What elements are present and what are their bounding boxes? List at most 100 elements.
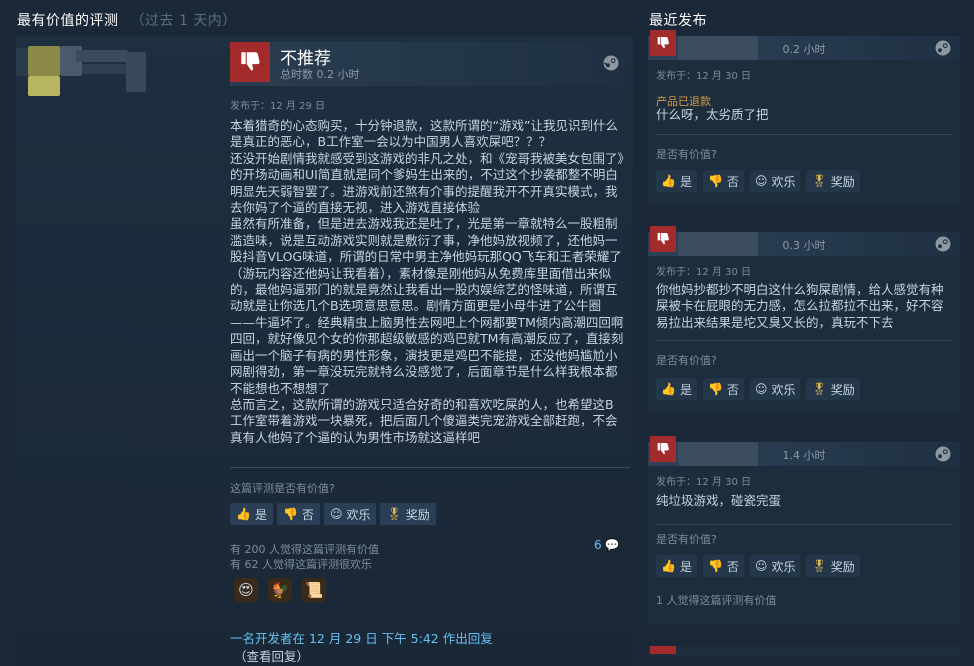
thumbs-down-icon	[650, 646, 676, 654]
vote-no-label: 否	[726, 559, 739, 574]
review-text: 本着猎奇的心态购买，十分钟退款，这款所谓的“游戏”让我见识到什么是真正的恶心，B…	[230, 118, 624, 445]
thumbs-down-icon	[230, 42, 270, 82]
thumbs-up-icon: 👍	[236, 507, 251, 521]
award-chicken-icon[interactable]: 🐓	[268, 578, 292, 602]
steam-icon	[603, 55, 619, 71]
award-label: 奖励	[830, 559, 855, 574]
steam-icon	[935, 446, 951, 462]
vote-no-button[interactable]: 👎 否	[702, 555, 744, 577]
helpful-question: 是否有价值?	[656, 354, 717, 367]
vote-no-label: 否	[726, 174, 739, 189]
recent-title: 最近发布	[649, 13, 707, 29]
smile-icon: ☺	[754, 382, 768, 396]
recent-hours: 0.2 小时	[782, 43, 826, 56]
recent-posted: 发布于：12 月 30 日	[656, 477, 751, 488]
steam-icon	[935, 40, 951, 56]
vote-funny-button[interactable]: ☺ 欢乐	[749, 170, 801, 192]
recent-text: 什么呀，太劣质了把	[656, 107, 769, 122]
posted-date: 发布于：12 月 29 日	[230, 101, 325, 112]
recent-review-4-partial	[648, 646, 960, 656]
vote-funny-label: 欢乐	[771, 174, 796, 189]
award-button[interactable]: 🎖 奖励	[806, 555, 860, 577]
most-helpful-period: （过去 1 天内）	[130, 13, 237, 29]
award-hearts-face-icon[interactable]: 😍	[234, 578, 258, 602]
helpful-count: 有 200 人觉得这篇评测有价值	[230, 543, 379, 556]
smile-icon: ☺	[329, 507, 343, 521]
reviewer-avatar-blurred[interactable]	[16, 40, 216, 100]
comment-bubble-icon: 💬	[604, 538, 620, 552]
steam-icon	[935, 236, 951, 252]
recent-header[interactable]: 1.4 小时	[648, 436, 960, 466]
helpful-question: 是否有价值?	[656, 533, 717, 546]
helpful-question: 是否有价值?	[656, 148, 717, 161]
vote-yes-label: 是	[679, 559, 692, 574]
vote-funny-label: 欢乐	[771, 559, 796, 574]
award-button[interactable]: 🎖 奖励	[806, 378, 860, 400]
vote-yes-button[interactable]: 👍 是	[656, 170, 697, 192]
review-card: 不推荐 总时数 0.2 小时 发布于：12 月 29 日 本着猎奇的心态购买，十…	[16, 36, 633, 666]
vote-yes-label: 是	[254, 507, 267, 522]
recent-posted: 发布于：12 月 30 日	[656, 267, 751, 278]
vote-yes-button[interactable]: 👍 是	[656, 378, 697, 400]
vote-yes-button[interactable]: 👍 是	[230, 503, 273, 525]
award-label: 奖励	[830, 174, 855, 189]
award-scroll-icon[interactable]: 📜	[302, 578, 326, 602]
vote-buttons: 👍 是 👎 否 ☺ 欢乐 🎖 奖励	[656, 378, 860, 400]
award-button[interactable]: 🎖 奖励	[806, 170, 860, 192]
recent-hours: 0.3 小时	[782, 239, 826, 252]
thumbs-up-icon: 👍	[661, 559, 676, 573]
recent-posted: 发布于：12 月 30 日	[656, 71, 751, 82]
vote-yes-label: 是	[679, 382, 692, 397]
thumbs-up-icon: 👍	[661, 382, 676, 396]
recent-text: 纯垃圾游戏，碰瓷完蛋	[656, 493, 782, 508]
thumbs-down-icon: 👎	[282, 507, 298, 521]
smile-icon: ☺	[754, 174, 768, 188]
thumbs-down-icon: 👎	[707, 382, 723, 396]
divider	[656, 134, 952, 135]
awards-row: 😍 🐓 📜	[234, 578, 326, 602]
funny-count: 有 62 人觉得这篇评测很欢乐	[230, 558, 372, 571]
recent-review-2: 0.3 小时 发布于：12 月 30 日 你他妈抄都抄不明白这什么狗屎剧情，给人…	[648, 226, 960, 412]
vote-funny-label: 欢乐	[346, 507, 371, 522]
award-button[interactable]: 🎖 奖励	[380, 503, 436, 525]
award-icon: 🎖	[811, 382, 827, 396]
comments-link[interactable]: 6 💬	[594, 538, 620, 552]
vote-funny-button[interactable]: ☺ 欢乐	[749, 378, 801, 400]
recent-text: 你他妈抄都抄不明白这什么狗屎剧情，给人感觉有种屎被卡在屁眼的无力感，怎么拉都拉不…	[656, 282, 944, 330]
award-icon: 🎖	[811, 559, 827, 573]
vote-no-label: 否	[726, 382, 739, 397]
recent-review-1: 0.2 小时 发布于：12 月 30 日 产品已退款 什么呀，太劣质了把 是否有…	[648, 30, 960, 204]
most-helpful-title: 最有价值的评测 （过去 1 天内）	[17, 10, 237, 30]
vote-funny-button[interactable]: ☺ 欢乐	[749, 555, 801, 577]
thumbs-down-icon: 👎	[707, 559, 723, 573]
vote-buttons: 👍 是 👎 否 ☺ 欢乐 🎖 奖励	[656, 555, 860, 577]
recent-review-3: 1.4 小时 发布于：12 月 30 日 纯垃圾游戏，碰瓷完蛋 是否有价值? 👍…	[648, 436, 960, 624]
vote-buttons: 👍 是 👎 否 ☺ 欢乐 🎖 奖励	[656, 170, 860, 192]
verdict-header[interactable]: 不推荐 总时数 0.2 小时	[230, 42, 626, 86]
vote-yes-label: 是	[679, 174, 692, 189]
vote-yes-button[interactable]: 👍 是	[656, 555, 697, 577]
smile-icon: ☺	[754, 559, 768, 573]
divider	[656, 524, 952, 525]
recent-header[interactable]: 0.3 小时	[648, 226, 960, 256]
comment-count: 6	[594, 538, 602, 552]
vote-funny-button[interactable]: ☺ 欢乐	[323, 503, 377, 525]
recent-header[interactable]: 0.2 小时	[648, 30, 960, 60]
recent-hours: 1.4 小时	[782, 449, 826, 462]
vote-buttons: 👍 是 👎 否 ☺ 欢乐 🎖 奖励	[230, 503, 436, 525]
vote-no-label: 否	[301, 507, 314, 522]
helpful-question: 这篇评测是否有价值?	[230, 482, 335, 495]
divider	[656, 340, 952, 341]
vote-funny-label: 欢乐	[771, 382, 796, 397]
award-icon: 🎖	[386, 507, 402, 521]
vote-no-button[interactable]: 👎 否	[276, 503, 320, 525]
view-reply-link[interactable]: （查看回复）	[234, 646, 309, 665]
hours-played: 总时数 0.2 小时	[280, 68, 360, 81]
developer-reply-link[interactable]: 一名开发者在 12 月 29 日 下午 5:42 作出回复	[230, 628, 493, 647]
award-label: 奖励	[405, 507, 430, 522]
thumbs-up-icon: 👍	[661, 174, 676, 188]
most-helpful-heading: 最有价值的评测	[17, 13, 119, 29]
vote-no-button[interactable]: 👎 否	[702, 378, 744, 400]
award-icon: 🎖	[811, 174, 827, 188]
vote-no-button[interactable]: 👎 否	[702, 170, 744, 192]
